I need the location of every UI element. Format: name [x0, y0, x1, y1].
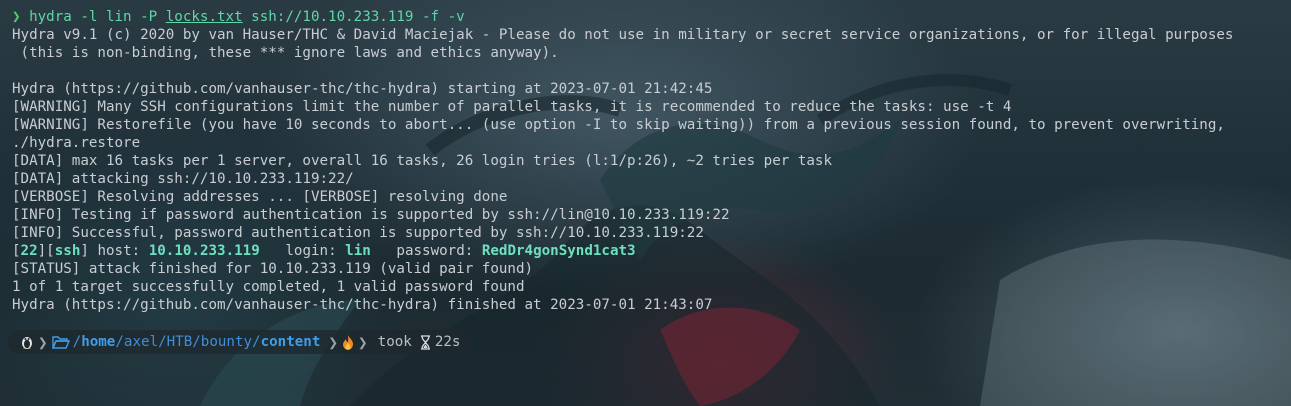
login-label: login: [259, 243, 346, 259]
fire-icon [342, 334, 354, 350]
found-login: lin [345, 243, 371, 259]
path-root: / [72, 334, 82, 350]
output-line: [VERBOSE] Resolving addresses ... [VERBO… [12, 189, 508, 205]
output-line: [DATA] max 16 tasks per 1 server, overal… [12, 153, 832, 169]
bracket: ] [80, 243, 89, 259]
chevron-right-icon: ❯ [328, 332, 339, 352]
output-line: [STATUS] attack finished for 10.10.233.1… [12, 261, 534, 277]
command-file: locks.txt [165, 9, 243, 25]
credential-found-line: [22][ssh] host: 10.10.233.119 login: lin… [12, 242, 1291, 260]
output-line: ./hydra.restore [12, 135, 141, 151]
folder-open-icon [51, 335, 70, 349]
path-current: content [260, 334, 321, 350]
found-host: 10.10.233.119 [148, 243, 260, 259]
output-line: [DATA] attacking ssh://10.10.233.119:22/ [12, 171, 354, 187]
output-line: 1 of 1 target successfully completed, 1 … [12, 279, 525, 295]
output-line: (this is non-binding, these *** ignore l… [12, 45, 559, 61]
terminal-output[interactable]: ❯ hydra -l lin -P locks.txt ssh://10.10.… [12, 8, 1291, 314]
output-line: Hydra v9.1 (c) 2020 by van Hauser/THC & … [12, 27, 1234, 43]
linux-penguin-icon [20, 334, 34, 350]
command-line: ❯ hydra -l lin -P locks.txt ssh://10.10.… [12, 8, 1291, 26]
terminal-window[interactable]: ❯ hydra -l lin -P locks.txt ssh://10.10.… [0, 0, 1291, 406]
bracket: [ [12, 243, 21, 259]
path-home: home [81, 334, 116, 350]
output-line: [INFO] Successful, password authenticati… [12, 225, 704, 241]
path-display: / home/axel/HTB/bounty/content [73, 334, 321, 350]
prompt-statusbar: ❯ / home/axel/HTB/bounty/content ❯ ❯ took… [8, 330, 471, 354]
chevron-right-icon: ❯ [358, 332, 368, 352]
bracket: ][ [37, 243, 55, 259]
output-line: Hydra (https://github.com/vanhauser-thc/… [12, 297, 713, 313]
took-label: took [377, 334, 412, 350]
found-password: RedDr4gonSynd1cat3 [481, 243, 636, 259]
output-line: [INFO] Testing if password authenticatio… [12, 207, 730, 223]
password-label: password: [370, 243, 482, 259]
command-text: hydra -l lin -P [29, 9, 166, 25]
path-mid: /axel/HTB/bounty/ [115, 334, 261, 350]
output-line: Hydra (https://github.com/vanhauser-thc/… [12, 81, 713, 97]
duration-value: 22s [434, 334, 461, 350]
output-line: [WARNING] Many SSH configurations limit … [12, 99, 1012, 115]
found-port: 22 [20, 243, 38, 259]
host-label: host: [88, 243, 149, 259]
chevron-right-icon: ❯ [38, 332, 48, 352]
command-args: ssh://10.10.233.119 -f -v [242, 9, 465, 25]
prompt-arrow-icon: ❯ [12, 9, 21, 25]
hourglass-icon [420, 334, 431, 350]
found-service: ssh [54, 243, 81, 259]
output-line: [WARNING] Restorefile (you have 10 secon… [12, 117, 1225, 133]
